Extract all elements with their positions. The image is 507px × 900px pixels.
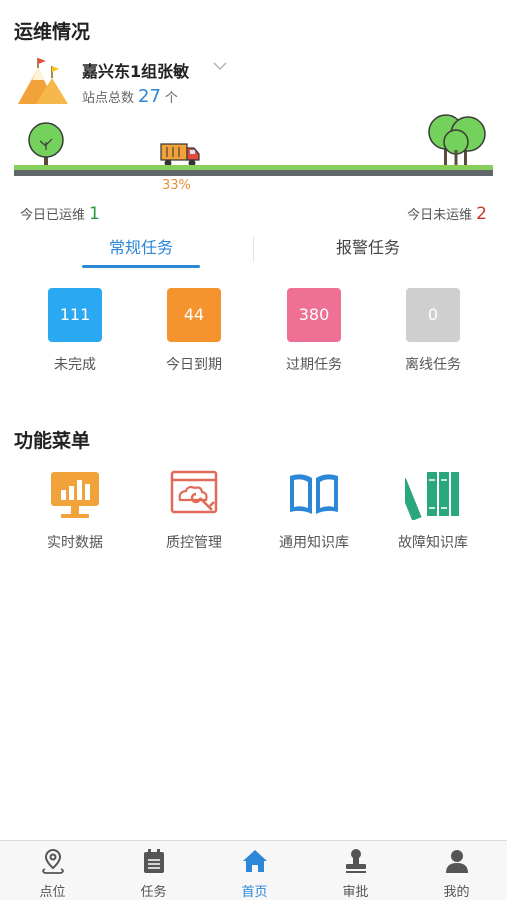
nav-home-label: 首页	[241, 885, 268, 900]
task-overdue-count: 380	[287, 288, 341, 342]
nav-points-label: 点位	[39, 885, 66, 900]
task-overdue[interactable]: 380 过期任务	[259, 288, 369, 374]
group-selector[interactable]: 嘉兴东1组张敏 站点总数 27 个	[16, 56, 316, 112]
ops-section-title: 运维情况	[14, 21, 91, 43]
task-due-today-label: 今日到期	[166, 357, 222, 373]
quality-control-icon	[170, 470, 218, 514]
nav-approval-label: 审批	[342, 885, 369, 900]
chevron-down-icon[interactable]	[212, 60, 228, 72]
open-book-icon	[290, 474, 338, 514]
menu-section-title: 功能菜单	[14, 430, 91, 452]
task-overdue-label: 过期任务	[286, 357, 342, 373]
menu-fault-knowledge-label: 故障知识库	[398, 535, 468, 551]
task-offline[interactable]: 0 离线任务	[378, 288, 488, 374]
site-total-label: 站点总数	[82, 91, 135, 106]
task-incomplete-count: 111	[48, 288, 102, 342]
nav-mine-label: 我的	[443, 885, 470, 900]
nav-approval[interactable]: 审批	[305, 841, 406, 900]
calendar-icon	[143, 849, 164, 873]
progress-road: 33%	[14, 112, 493, 193]
nav-home[interactable]: 首页	[204, 841, 305, 900]
nav-tasks[interactable]: 任务	[103, 841, 204, 900]
books-icon	[396, 472, 459, 521]
done-today-count: 1	[89, 204, 100, 224]
not-done-today: 今日未运维 2	[407, 204, 487, 224]
done-today: 今日已运维 1	[20, 204, 100, 224]
road	[14, 170, 493, 176]
task-summary: 111 未完成 44 今日到期 380 过期任务 0 离线任务	[0, 288, 507, 388]
menu-quality-control-label: 质控管理	[166, 535, 222, 551]
site-total: 站点总数 27 个	[82, 86, 178, 107]
group-name: 嘉兴东1组张敏	[82, 62, 190, 81]
menu-general-knowledge-label: 通用知识库	[279, 535, 349, 551]
nav-mine[interactable]: 我的	[406, 841, 507, 900]
trees-icon	[428, 114, 486, 166]
task-tabs: 常规任务 报警任务	[0, 232, 507, 272]
task-incomplete-label: 未完成	[54, 357, 96, 373]
stamp-icon	[345, 849, 366, 873]
site-total-count: 27	[138, 86, 161, 107]
bottom-nav: 点位 任务 首页 审批 我的	[0, 840, 507, 900]
user-icon	[445, 850, 468, 873]
not-done-count: 2	[476, 204, 487, 224]
menu-realtime-data-label: 实时数据	[47, 535, 103, 551]
task-due-today[interactable]: 44 今日到期	[139, 288, 249, 374]
menu-realtime-data[interactable]: 实时数据	[16, 468, 134, 552]
nav-tasks-label: 任务	[140, 885, 167, 900]
progress-percent: 33%	[162, 178, 191, 193]
task-incomplete[interactable]: 111 未完成	[20, 288, 130, 374]
mountain-flag-icon	[18, 58, 68, 104]
location-pin-icon	[41, 848, 64, 874]
task-due-today-count: 44	[167, 288, 221, 342]
monitor-chart-icon	[51, 472, 99, 518]
menu-quality-control[interactable]: 质控管理	[135, 468, 253, 552]
tab-divider	[253, 236, 254, 262]
task-offline-label: 离线任务	[405, 357, 461, 373]
task-offline-count: 0	[406, 288, 460, 342]
site-total-unit: 个	[164, 91, 178, 106]
tab-alarm-tasks[interactable]: 报警任务	[308, 232, 428, 268]
menu-fault-knowledge[interactable]: 故障知识库	[374, 468, 492, 552]
menu-general-knowledge[interactable]: 通用知识库	[255, 468, 373, 552]
tab-routine-tasks[interactable]: 常规任务	[82, 232, 200, 268]
function-menu: 实时数据 质控管理 通用知识库 故障知识库	[0, 468, 507, 568]
not-done-label: 今日未运维	[407, 208, 473, 223]
nav-points[interactable]: 点位	[2, 841, 103, 900]
done-today-label: 今日已运维	[20, 208, 86, 223]
home-icon	[242, 850, 267, 872]
